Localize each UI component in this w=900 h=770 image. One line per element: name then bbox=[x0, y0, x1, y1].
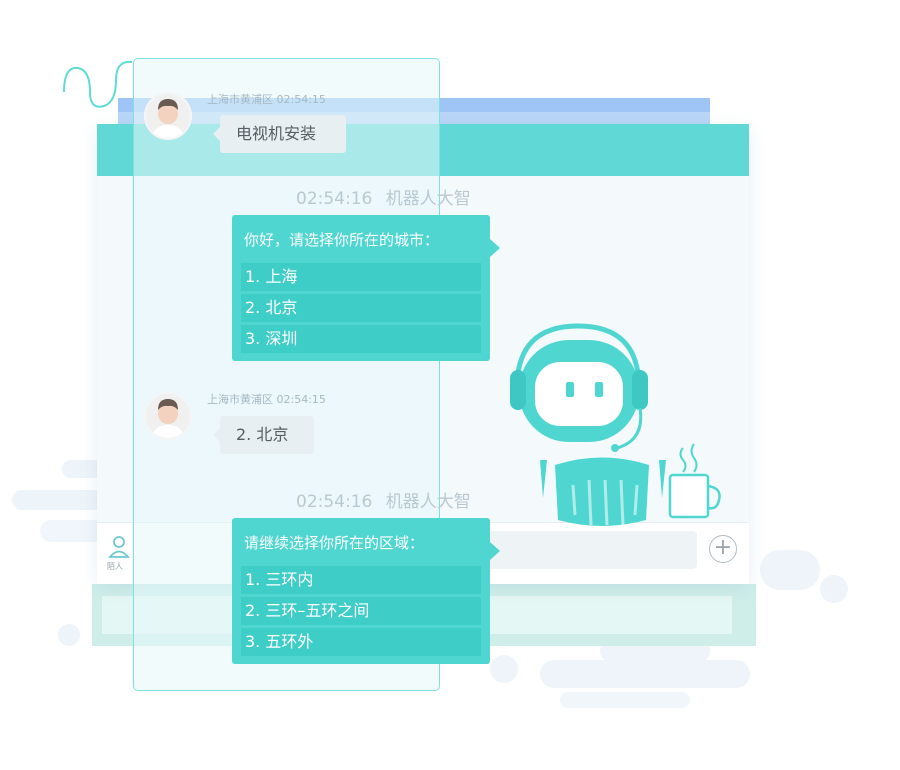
user-avatar-icon bbox=[144, 92, 192, 140]
bot-prompt: 请继续选择你所在的区域： bbox=[244, 534, 425, 552]
user-message-bubble: 2. 北京 bbox=[213, 416, 314, 454]
bot-prompt: 你好，请选择你所在的城市： bbox=[244, 231, 440, 249]
district-option[interactable]: 3. 五环外 bbox=[241, 628, 481, 656]
bot-message-bubble: 你好，请选择你所在的城市： 1. 上海 2. 北京 3. 深圳 bbox=[232, 215, 500, 361]
plus-circle-icon[interactable]: + bbox=[709, 535, 737, 563]
message-location: 上海市黄浦区 bbox=[207, 93, 273, 106]
bot-time: 02:54:16 bbox=[296, 189, 373, 209]
bg-pill bbox=[760, 550, 820, 590]
bot-message-bubble: 请继续选择你所在的区域： 1. 三环内 2. 三环–五环之间 3. 五环外 bbox=[232, 518, 500, 664]
user-message-bubble: 电视机安装 bbox=[213, 115, 346, 153]
message-time: 02:54:15 bbox=[276, 93, 326, 106]
bot-name: 机器人大智 bbox=[385, 492, 471, 512]
contact-person-icon[interactable]: 陌人 bbox=[107, 533, 131, 573]
bg-pill bbox=[560, 692, 690, 708]
message-meta: 上海市黄浦区 02:54:15 bbox=[207, 391, 326, 407]
city-option[interactable]: 2. 北京 bbox=[241, 294, 481, 322]
bg-pill bbox=[58, 624, 80, 646]
bot-message-meta: 02:54:16 机器人大智 bbox=[296, 184, 471, 209]
bg-pill bbox=[820, 575, 848, 603]
message-meta: 上海市黄浦区 02:54:15 bbox=[207, 91, 326, 107]
coffee-mug-icon bbox=[668, 443, 721, 519]
city-option[interactable]: 3. 深圳 bbox=[241, 325, 481, 353]
bg-pill bbox=[490, 655, 518, 683]
message-location: 上海市黄浦区 bbox=[207, 393, 273, 406]
bot-message-meta: 02:54:16 机器人大智 bbox=[296, 487, 471, 512]
city-option[interactable]: 1. 上海 bbox=[241, 263, 481, 291]
bot-name: 机器人大智 bbox=[385, 189, 471, 209]
bot-time: 02:54:16 bbox=[296, 492, 373, 512]
district-option[interactable]: 1. 三环内 bbox=[241, 566, 481, 594]
district-option[interactable]: 2. 三环–五环之间 bbox=[241, 597, 481, 625]
robot-mascot-icon bbox=[510, 323, 721, 526]
user-avatar-icon bbox=[144, 392, 192, 440]
message-time: 02:54:15 bbox=[276, 393, 326, 406]
bg-pill bbox=[540, 660, 750, 688]
decorative-squiggle bbox=[63, 60, 133, 108]
contact-label: 陌人 bbox=[107, 562, 123, 571]
